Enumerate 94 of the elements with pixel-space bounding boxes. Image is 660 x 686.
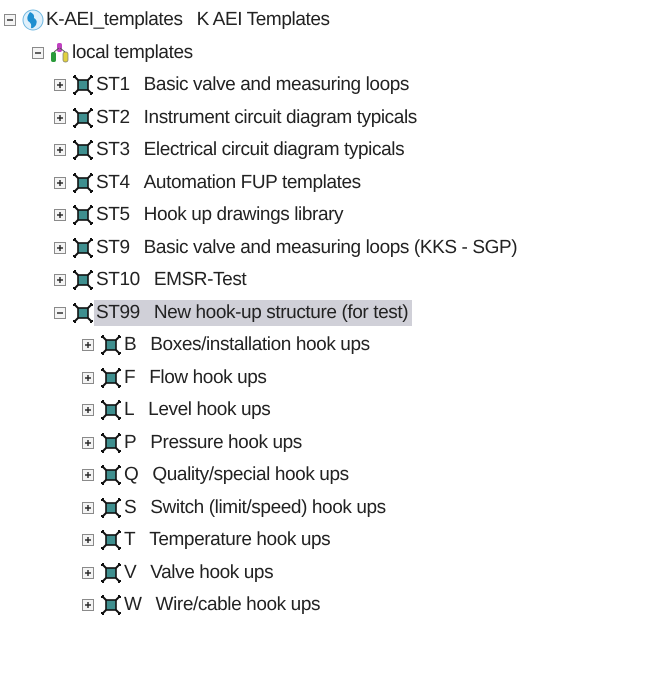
item-code: V (124, 562, 136, 584)
network-node-icon (100, 496, 122, 519)
tree-item[interactable]: ST3 Electrical circuit diagram typicals (94, 137, 408, 164)
item-code: Q (124, 464, 138, 486)
network-node-icon (100, 399, 122, 422)
network-node-icon (72, 204, 94, 226)
expand-toggle[interactable] (82, 566, 94, 579)
item-code: ST4 (96, 172, 130, 194)
collapse-toggle[interactable] (32, 46, 44, 59)
item-label: Temperature hook ups (149, 529, 330, 552)
item-code: P (124, 432, 136, 454)
expand-toggle[interactable] (82, 372, 94, 384)
tree-item[interactable]: F Flow hook ups (122, 364, 271, 391)
network-node-icon (72, 269, 94, 292)
tree-item[interactable]: S Switch (limit/speed) hook ups (122, 494, 390, 521)
network-node-icon (100, 529, 122, 552)
collapse-toggle[interactable] (4, 14, 16, 26)
tree-item[interactable]: ST4 Automation FUP templates (94, 170, 365, 196)
tree-item[interactable]: Q Quality/special hook ups (122, 462, 353, 488)
tree-item[interactable]: ST10 EMSR-Test (94, 267, 250, 294)
item-label: New hook-up structure (for test) (154, 302, 408, 324)
tree-item[interactable]: ST9 Basic valve and measuring loops (KKS - SGP) (94, 234, 522, 261)
expand-toggle[interactable] (54, 144, 66, 156)
item-label: Flow hook ups (149, 366, 267, 389)
network-node-icon (100, 562, 122, 584)
network-node-icon (72, 172, 94, 194)
tree-item[interactable]: ST2 Instrument circuit diagram typicals (94, 104, 421, 131)
network-node-icon (100, 464, 122, 486)
tree-item[interactable]: T Temperature hook ups (122, 527, 334, 554)
cylinders-icon (50, 42, 70, 64)
expand-toggle[interactable] (54, 112, 66, 124)
expand-toggle[interactable] (54, 274, 66, 286)
item-code: F (124, 366, 136, 389)
item-code: ST99 (96, 302, 140, 324)
selected-row-highlight[interactable]: ST99 New hook-up structure (for test) (94, 300, 412, 326)
item-code: ST3 (96, 139, 130, 162)
expand-toggle[interactable] (82, 469, 94, 482)
item-code: ST10 (96, 269, 140, 292)
network-node-icon (100, 432, 122, 454)
collapse-toggle[interactable] (54, 306, 66, 319)
globe-icon (22, 9, 44, 32)
tree-item[interactable]: B Boxes/installation hook ups (122, 332, 374, 358)
expand-toggle[interactable] (82, 339, 94, 352)
tree-item[interactable]: K-AEI_templates K AEI Templates (44, 7, 334, 34)
network-node-icon (100, 594, 122, 616)
network-node-icon (100, 334, 122, 356)
item-label: K AEI Templates (196, 9, 330, 32)
expand-toggle[interactable] (82, 534, 94, 546)
expand-toggle[interactable] (82, 404, 94, 416)
expand-toggle[interactable] (82, 502, 94, 514)
tree-item[interactable]: L Level hook ups (122, 397, 274, 424)
item-code: ST9 (96, 236, 130, 259)
network-node-icon (72, 74, 94, 96)
network-node-icon (72, 106, 94, 129)
network-node-icon (72, 139, 94, 162)
tree-item[interactable]: P Pressure hook ups (122, 430, 306, 456)
item-label: Boxes/installation hook ups (150, 334, 370, 356)
expand-toggle[interactable] (54, 79, 66, 92)
item-label: Electrical circuit diagram typicals (144, 139, 404, 162)
item-code: ST2 (96, 106, 130, 129)
tree-item[interactable]: local templates (70, 40, 197, 66)
item-label: Basic valve and measuring loops (KKS - SGP) (144, 236, 518, 259)
item-label: local templates (72, 42, 193, 64)
item-label: Pressure hook ups (150, 432, 302, 454)
item-label: Instrument circuit diagram typicals (144, 106, 417, 129)
item-label: Level hook ups (148, 399, 270, 422)
tree-item[interactable]: ST5 Hook up drawings library (94, 202, 348, 228)
item-code: S (124, 496, 136, 519)
tree-item[interactable]: W Wire/cable hook ups (122, 592, 324, 618)
item-code: K-AEI_templates (46, 9, 183, 32)
item-label: Switch (limit/speed) hook ups (150, 496, 386, 519)
item-label: EMSR-Test (154, 269, 246, 292)
item-label: Wire/cable hook ups (156, 594, 320, 616)
item-code: B (124, 334, 136, 356)
item-label: Hook up drawings library (144, 204, 344, 226)
item-label: Automation FUP templates (144, 172, 361, 194)
network-node-icon (72, 236, 94, 259)
item-label: Quality/special hook ups (152, 464, 349, 486)
item-code: ST1 (96, 74, 130, 96)
tree-item[interactable]: V Valve hook ups (122, 560, 278, 586)
item-label: Valve hook ups (150, 562, 274, 584)
expand-toggle[interactable] (54, 242, 66, 254)
expand-toggle[interactable] (82, 436, 94, 449)
tree-item[interactable]: ST1 Basic valve and measuring loops (94, 72, 414, 98)
item-code: L (124, 399, 134, 422)
expand-toggle[interactable] (82, 599, 94, 612)
network-node-icon (100, 366, 122, 389)
expand-toggle[interactable] (54, 176, 66, 189)
expand-toggle[interactable] (54, 209, 66, 222)
item-label: Basic valve and measuring loops (144, 74, 410, 96)
item-code: T (124, 529, 136, 552)
network-node-icon (72, 302, 94, 324)
item-code: ST5 (96, 204, 130, 226)
item-code: W (124, 594, 142, 616)
